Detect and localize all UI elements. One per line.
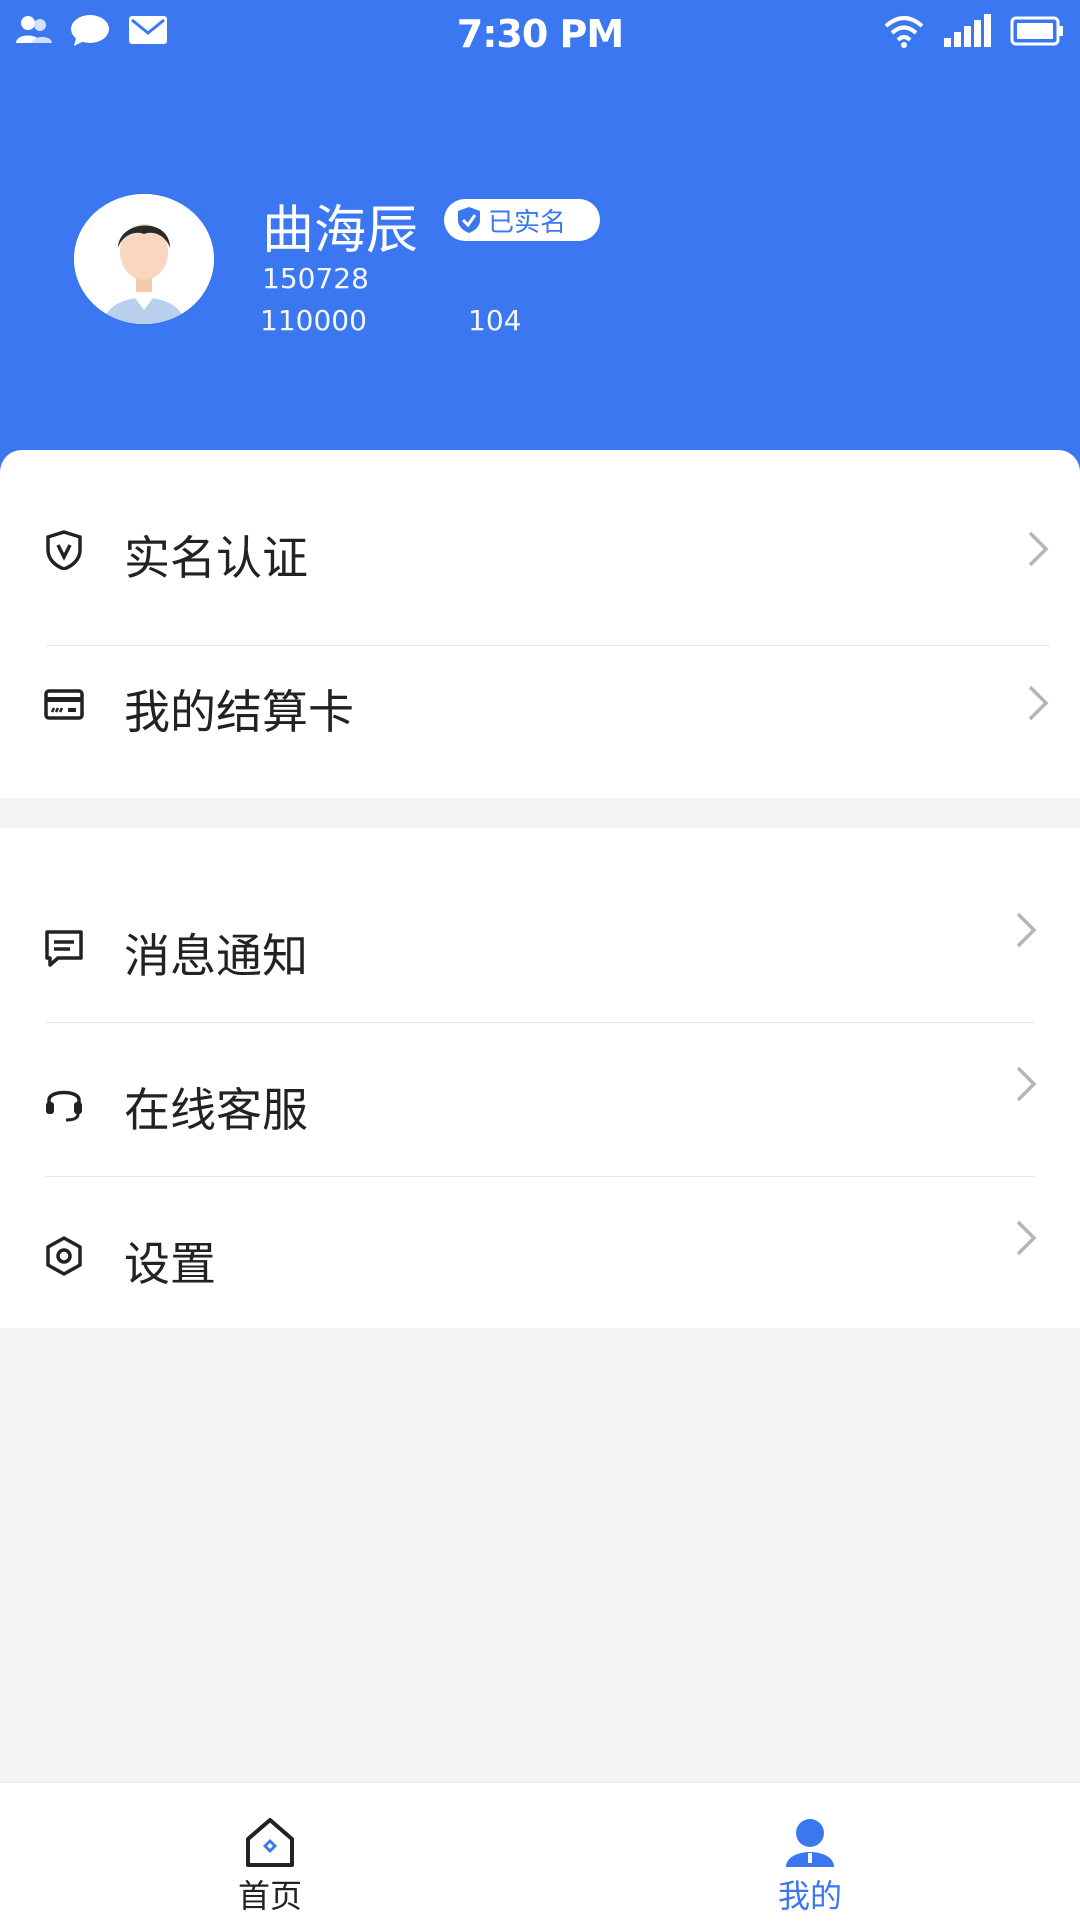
chevron-right-icon — [1028, 531, 1049, 567]
menu-item-label: 在线客服 — [124, 1083, 308, 1137]
home-icon — [246, 1818, 294, 1867]
status-bar: 7:30 PM — [0, 0, 1080, 68]
menu-item-customer-service[interactable]: 在线客服 — [0, 1024, 1080, 1178]
menu-item-label: 我的结算卡 — [124, 685, 354, 739]
tab-mine-label: 我的 — [777, 1877, 842, 1915]
chevron-right-icon — [1016, 1066, 1037, 1102]
menu-item-notifications[interactable]: 消息通知 — [0, 870, 1080, 1024]
person-icon — [786, 1819, 834, 1867]
settings-hex-icon — [46, 1236, 82, 1276]
menu-item-settlement-card[interactable]: 我的结算卡 — [0, 626, 1080, 780]
menu-item-label: 消息通知 — [124, 929, 308, 983]
wifi-icon — [884, 16, 924, 48]
chevron-right-icon — [1016, 1220, 1037, 1256]
shield-check-icon — [458, 207, 480, 233]
phone-number: 150728 — [262, 262, 369, 295]
menu-item-label: 实名认证 — [124, 531, 308, 585]
signal-icon — [944, 14, 991, 47]
divider — [46, 1022, 1034, 1023]
menu-card-account: 实名认证 我的结算卡 — [0, 450, 1080, 798]
battery-icon — [1010, 16, 1063, 46]
tab-home[interactable]: 首页 — [0, 1783, 540, 1921]
id-number-suffix: 104 — [468, 304, 522, 337]
menu-item-settings[interactable]: 设置 — [0, 1178, 1080, 1332]
headset-icon — [46, 1090, 82, 1122]
verified-badge-label: 已实名 — [488, 207, 567, 238]
chevron-right-icon — [1016, 912, 1037, 948]
avatar-illustration — [74, 194, 214, 324]
menu-item-label: 设置 — [124, 1237, 216, 1291]
menu-card-general: 消息通知 在线客服 设置 — [0, 828, 1080, 1328]
menu-item-real-name[interactable]: 实名认证 — [0, 472, 1080, 626]
user-name: 曲海辰 — [262, 201, 419, 261]
message-icon — [45, 930, 83, 967]
chevron-right-icon — [1028, 685, 1049, 721]
shield-v-icon — [46, 530, 82, 570]
avatar[interactable] — [74, 194, 214, 324]
verified-badge: 已实名 — [444, 199, 600, 241]
tab-mine[interactable]: 我的 — [540, 1783, 1080, 1921]
card-icon — [44, 689, 84, 720]
id-number-prefix: 110000 — [260, 304, 367, 337]
divider — [46, 1176, 1034, 1177]
tab-home-label: 首页 — [237, 1877, 302, 1915]
profile-header: 曲海辰 已实名 150728 110000 104 — [0, 68, 1080, 470]
bottom-tab-bar: 首页 我的 — [0, 1782, 1080, 1921]
